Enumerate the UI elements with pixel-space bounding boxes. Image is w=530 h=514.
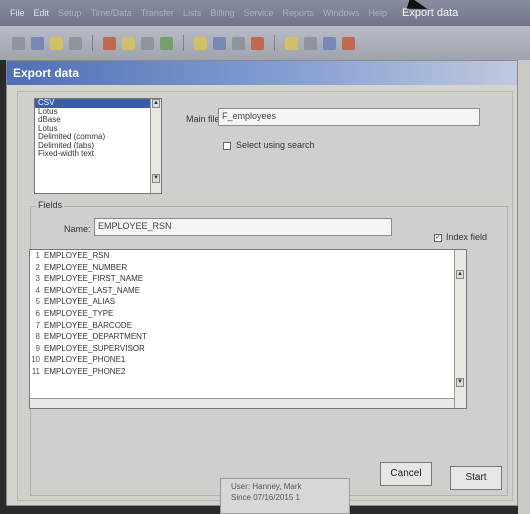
menu-lists[interactable]: Lists xyxy=(183,8,202,18)
export-format-list[interactable]: CSV Lotus dBase Lotus Delimited (comma) … xyxy=(34,98,162,194)
main-file-field[interactable]: F_employees xyxy=(218,108,480,126)
toolbar-stop-icon[interactable] xyxy=(251,36,264,50)
toolbar-open-icon[interactable] xyxy=(31,36,44,50)
index-field-label: Index field xyxy=(446,232,488,242)
dialog-titlebar[interactable]: Export data xyxy=(7,61,517,85)
dialog-title: Export data xyxy=(13,66,80,80)
scroll-down-icon[interactable]: ▼ xyxy=(152,174,160,183)
scroll-down-icon[interactable]: ▼ xyxy=(456,378,464,387)
menu-file[interactable]: File xyxy=(10,8,25,18)
scroll-up-icon[interactable]: ▲ xyxy=(152,99,160,108)
toolbar-refresh-icon[interactable] xyxy=(160,36,173,50)
toolbar-search-icon[interactable] xyxy=(194,36,207,50)
toolbar-globe-icon[interactable] xyxy=(213,36,226,50)
field-row[interactable]: 1 EMPLOYEE_RSN xyxy=(30,250,466,262)
name-label: Name: xyxy=(64,224,91,234)
menu-windows[interactable]: Windows xyxy=(323,8,360,18)
toolbar-chart-icon[interactable] xyxy=(323,36,336,50)
toolbar-new-icon[interactable] xyxy=(12,36,25,50)
field-list-hscrollbar[interactable] xyxy=(30,398,454,408)
field-row[interactable]: 7 EMPLOYEE_BARCODE xyxy=(30,320,466,332)
field-row[interactable]: 2 EMPLOYEE_NUMBER xyxy=(30,262,466,274)
toolbar-help-icon[interactable] xyxy=(342,36,355,50)
format-item[interactable]: Fixed-width text xyxy=(35,149,161,159)
menu-service[interactable]: Service xyxy=(243,8,273,18)
format-list-scrollbar[interactable]: ▲ ▼ xyxy=(150,99,161,193)
select-search-label: Select using search xyxy=(236,140,315,150)
menu-setup[interactable]: Setup xyxy=(58,8,82,18)
field-row[interactable]: 8 EMPLOYEE_DEPARTMENT xyxy=(30,331,466,343)
select-search-checkbox[interactable] xyxy=(223,142,231,150)
fields-group-label: Fields xyxy=(36,200,65,210)
background-window xyxy=(518,60,530,514)
status-date: Since 07/16/2015 1 xyxy=(231,493,300,502)
field-row[interactable]: 11 EMPLOYEE_PHONE2 xyxy=(30,366,466,378)
export-data-dialog: Export data CSV Lotus dBase Lotus Delimi… xyxy=(6,60,518,506)
name-field[interactable]: EMPLOYEE_RSN xyxy=(94,218,392,236)
main-file-label: Main file: xyxy=(186,114,223,124)
toolbar xyxy=(0,26,530,60)
field-list[interactable]: 1 EMPLOYEE_RSN 2 EMPLOYEE_NUMBER 3 EMPLOYEE… xyxy=(29,249,467,409)
index-field-checkbox[interactable]: ✓ xyxy=(434,234,442,242)
toolbar-separator xyxy=(274,35,275,51)
menu-help[interactable]: Help xyxy=(369,8,388,18)
toolbar-separator xyxy=(183,35,184,51)
toolbar-export-icon[interactable] xyxy=(285,36,298,50)
scroll-up-icon[interactable]: ▲ xyxy=(456,270,464,279)
menu-reports[interactable]: Reports xyxy=(282,8,314,18)
status-panel: User: Hanney, Mark Since 07/16/2015 1 xyxy=(220,478,350,514)
field-row[interactable]: 10 EMPLOYEE_PHONE1 xyxy=(30,354,466,366)
toolbar-delete-icon[interactable] xyxy=(103,36,116,50)
field-list-vscrollbar[interactable]: ▲ ▼ xyxy=(454,250,466,408)
start-button[interactable]: Start xyxy=(450,466,502,490)
field-row[interactable]: 5 EMPLOYEE_ALIAS xyxy=(30,296,466,308)
toolbar-cut-icon[interactable] xyxy=(69,36,82,50)
toolbar-folder-icon[interactable] xyxy=(122,36,135,50)
toolbar-save-icon[interactable] xyxy=(50,36,63,50)
toolbar-settings-icon[interactable] xyxy=(232,36,245,50)
toolbar-grid-icon[interactable] xyxy=(304,36,317,50)
menu-time-data[interactable]: Time/Data xyxy=(91,8,132,18)
cancel-button[interactable]: Cancel xyxy=(380,462,432,486)
menu-billing[interactable]: Billing xyxy=(210,8,234,18)
menu-edit[interactable]: Edit xyxy=(34,8,50,18)
field-row[interactable]: 3 EMPLOYEE_FIRST_NAME xyxy=(30,273,466,285)
toolbar-separator xyxy=(92,35,93,51)
toolbar-print-icon[interactable] xyxy=(141,36,154,50)
menu-transfer[interactable]: Transfer xyxy=(141,8,174,18)
status-user: User: Hanney, Mark xyxy=(231,482,302,491)
menu-bar: File Edit Setup Time/Data Transfer Lists… xyxy=(0,0,530,26)
field-row[interactable]: 9 EMPLOYEE_SUPERVISOR xyxy=(30,343,466,355)
field-row[interactable]: 4 EMPLOYEE_LAST_NAME xyxy=(30,285,466,297)
field-row[interactable]: 6 EMPLOYEE_TYPE xyxy=(30,308,466,320)
